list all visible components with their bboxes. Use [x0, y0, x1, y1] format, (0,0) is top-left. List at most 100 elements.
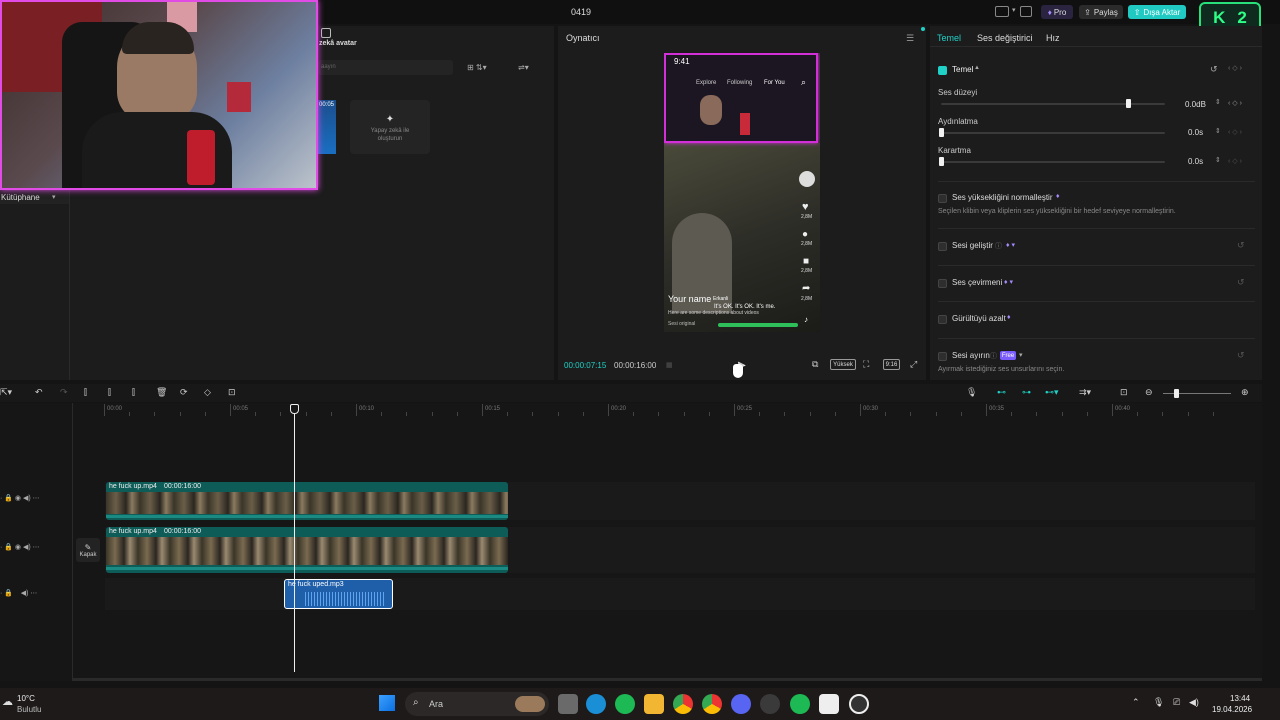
separate-checkbox[interactable]	[938, 352, 947, 361]
stepper-icon[interactable]: ⇕	[1215, 156, 1221, 164]
volume-value[interactable]: 0.0dB	[1185, 100, 1206, 109]
normalize-checkbox[interactable]	[938, 194, 947, 203]
taskbar-search[interactable]: ⌕ Ara	[405, 692, 549, 716]
freeze-icon[interactable]: ⟳	[180, 387, 188, 398]
preview-axis-icon[interactable]: ⇉▾	[1079, 387, 1091, 398]
reset-icon[interactable]: ↺	[1237, 277, 1245, 288]
github-icon[interactable]	[760, 694, 780, 714]
link-icon[interactable]: ⊷	[997, 387, 1006, 398]
network-icon[interactable]: ⎚	[1173, 697, 1180, 708]
avatar-icon[interactable]	[321, 28, 331, 38]
ai-tool-icon[interactable]: ⊡	[228, 387, 236, 398]
chrome-icon[interactable]	[673, 694, 693, 714]
split-right-icon[interactable]: ⫿	[132, 387, 135, 398]
stepper-icon[interactable]: ⇕	[1215, 98, 1221, 106]
zoom-knob[interactable]	[1174, 389, 1179, 398]
chevron-up-icon[interactable]: ▲	[974, 65, 980, 71]
weather-temp[interactable]: 10°C	[17, 694, 35, 703]
enhance-checkbox[interactable]	[938, 242, 947, 251]
info-icon[interactable]: ⓘ	[995, 241, 1002, 251]
taskview-icon[interactable]	[558, 694, 578, 714]
info-icon[interactable]: ⓘ	[990, 351, 997, 361]
quality-button[interactable]: Yüksek	[830, 359, 856, 370]
capcut-icon[interactable]	[819, 694, 839, 714]
media-player-icon[interactable]	[849, 694, 869, 714]
tray-chevron-icon[interactable]: ⌃	[1132, 697, 1140, 708]
delete-icon[interactable]: 🗑	[156, 387, 167, 398]
video-clip-2[interactable]: he fuck up.mp4 00:00:16:00	[106, 527, 508, 573]
share-button[interactable]: ⇪ Paylaş	[1079, 5, 1123, 19]
track-controls[interactable]: · 🔒 ◉ ◀) ⋯	[0, 494, 40, 502]
fit-icon[interactable]: ⛶	[863, 359, 869, 370]
nav-icon[interactable]: ‹ ◇ ›	[1228, 64, 1242, 72]
volume-icon[interactable]: ◀)	[1189, 697, 1199, 708]
cover-button[interactable]: ✎ Kapak	[76, 538, 100, 562]
fadeout-slider[interactable]	[941, 161, 1165, 163]
undo-icon[interactable]: ↶	[35, 387, 43, 398]
volume-slider[interactable]	[941, 103, 1165, 105]
clock-time[interactable]: 13:44	[1230, 694, 1250, 703]
track-controls[interactable]: · 🔒 ◀) ⋯	[0, 589, 37, 597]
layout-chevron-icon[interactable]: ▾	[1012, 6, 1016, 14]
redo-icon[interactable]: ↷	[60, 387, 68, 398]
crop-icon[interactable]: ⧉	[812, 359, 818, 370]
keyframe-icon[interactable]: ‹ ◇ ›	[1228, 157, 1242, 165]
tab-speed[interactable]: Hız	[1046, 33, 1060, 43]
chevron-down-icon[interactable]: ▾	[1019, 351, 1023, 359]
spotify-icon[interactable]	[615, 694, 635, 714]
layout-icon[interactable]	[995, 6, 1009, 17]
weather-text[interactable]: Bulutlu	[17, 705, 41, 714]
folder-icon[interactable]	[644, 694, 664, 714]
fadeout-value[interactable]: 0.0s	[1188, 157, 1203, 166]
sort-icon[interactable]: ⇌▾	[518, 63, 529, 72]
video-preview[interactable]: 9:41 Explore Following For You ⌕ ♥ 2,8M …	[664, 53, 820, 332]
basic-checkbox[interactable]	[938, 66, 947, 75]
chrome-profile-icon[interactable]	[702, 694, 722, 714]
playhead[interactable]	[294, 404, 295, 672]
keyframe-icon[interactable]: ‹ ◇ ›	[1228, 128, 1242, 136]
spotify-icon-2[interactable]	[790, 694, 810, 714]
ratio-button[interactable]: 9:16	[883, 359, 900, 370]
avatar-tab-label[interactable]: zekâ avatar	[319, 40, 357, 47]
timeline-scrollbar[interactable]	[72, 678, 1262, 681]
volume-knob[interactable]	[1126, 99, 1131, 108]
reset-icon[interactable]: ↺	[1210, 64, 1218, 75]
ai-create-card[interactable]: ✦ Yapay zekâ ile oluşturun	[350, 100, 430, 154]
magnet-icon[interactable]: ⊶	[1022, 387, 1031, 398]
audio-clip[interactable]: he fuck uped.mp3	[284, 579, 393, 609]
reset-icon[interactable]: ↺	[1237, 350, 1245, 361]
video-clip-1[interactable]: he fuck up.mp4 00:00:16:00	[106, 482, 508, 520]
timecode-toggle-icon[interactable]: ▦	[666, 361, 673, 369]
tab-voice-changer[interactable]: Ses değiştirici	[977, 33, 1033, 43]
clock-date[interactable]: 19.04.2026	[1212, 705, 1252, 714]
split-left-icon[interactable]: ⫿	[108, 387, 111, 398]
split-icon[interactable]: ⫿	[84, 387, 87, 398]
media-thumbnail[interactable]: 00:05	[318, 100, 336, 154]
fit-timeline-icon[interactable]: ⊡	[1120, 387, 1128, 398]
fadein-slider[interactable]	[941, 132, 1165, 134]
search-input[interactable]: aayın	[318, 60, 453, 75]
track-controls[interactable]: · 🔒 ◉ ◀) ⋯	[0, 543, 40, 551]
microphone-icon[interactable]: 🎙	[966, 387, 977, 398]
discord-icon[interactable]	[731, 694, 751, 714]
select-tool-icon[interactable]: ⇱▾	[0, 387, 12, 398]
tab-basic[interactable]: Temel	[937, 33, 961, 43]
voice-translate-checkbox[interactable]	[938, 279, 947, 288]
stepper-icon[interactable]: ⇕	[1215, 127, 1221, 135]
fadein-value[interactable]: 0.0s	[1188, 128, 1203, 137]
library-item[interactable]: Kütüphane ▾	[0, 190, 69, 204]
time-ruler[interactable]: 00:00 00:05 00:10 00:15 00:20 00:25 00:30 00:35…	[104, 404, 1254, 418]
windows-start-icon[interactable]	[379, 695, 395, 711]
fadeout-knob[interactable]	[939, 157, 944, 166]
zoom-in-icon[interactable]: ⊕	[1241, 387, 1249, 398]
edge-icon[interactable]	[586, 694, 606, 714]
zoom-out-icon[interactable]: ⊖	[1145, 387, 1153, 398]
menu-icon[interactable]: ☰	[906, 33, 914, 44]
export-button[interactable]: ⇧ Dışa Aktar	[1128, 5, 1186, 19]
fadein-knob[interactable]	[939, 128, 944, 137]
shortcut-icon[interactable]	[1020, 6, 1032, 17]
fullscreen-icon[interactable]: ⤢	[910, 359, 917, 370]
snap-icon[interactable]: ⊷▾	[1045, 387, 1059, 398]
reset-icon[interactable]: ↺	[1237, 240, 1245, 251]
noise-checkbox[interactable]	[938, 315, 947, 324]
